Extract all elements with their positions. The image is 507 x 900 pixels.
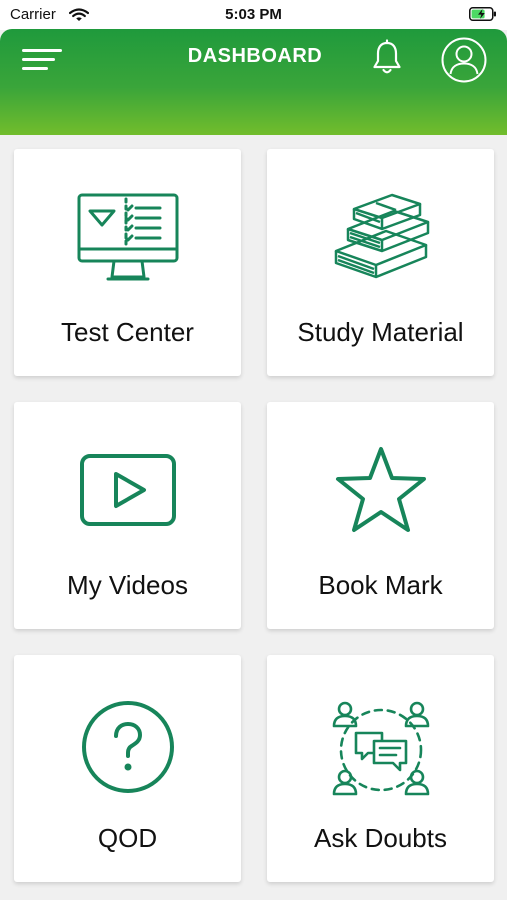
star-icon bbox=[267, 444, 494, 544]
card-label: Book Mark bbox=[318, 570, 443, 600]
card-my-videos[interactable]: My Videos bbox=[14, 402, 241, 629]
play-video-icon bbox=[14, 444, 241, 544]
card-label: Test Center bbox=[61, 317, 194, 347]
card-label: My Videos bbox=[67, 570, 188, 600]
card-ask-doubts[interactable]: Ask Doubts bbox=[267, 655, 494, 882]
card-qod[interactable]: QOD bbox=[14, 655, 241, 882]
card-book-mark[interactable]: Book Mark bbox=[267, 402, 494, 629]
card-label: QOD bbox=[97, 823, 158, 853]
computer-test-icon bbox=[14, 191, 241, 291]
card-test-center[interactable]: Test Center bbox=[14, 149, 241, 376]
dashboard-grid: Test Center Study Material My Videos Boo… bbox=[0, 0, 507, 900]
question-icon bbox=[14, 697, 241, 797]
books-icon bbox=[267, 191, 494, 291]
card-label: Study Material bbox=[297, 317, 464, 347]
card-study-material[interactable]: Study Material bbox=[267, 149, 494, 376]
discussion-icon bbox=[267, 697, 494, 797]
card-label: Ask Doubts bbox=[314, 823, 447, 853]
